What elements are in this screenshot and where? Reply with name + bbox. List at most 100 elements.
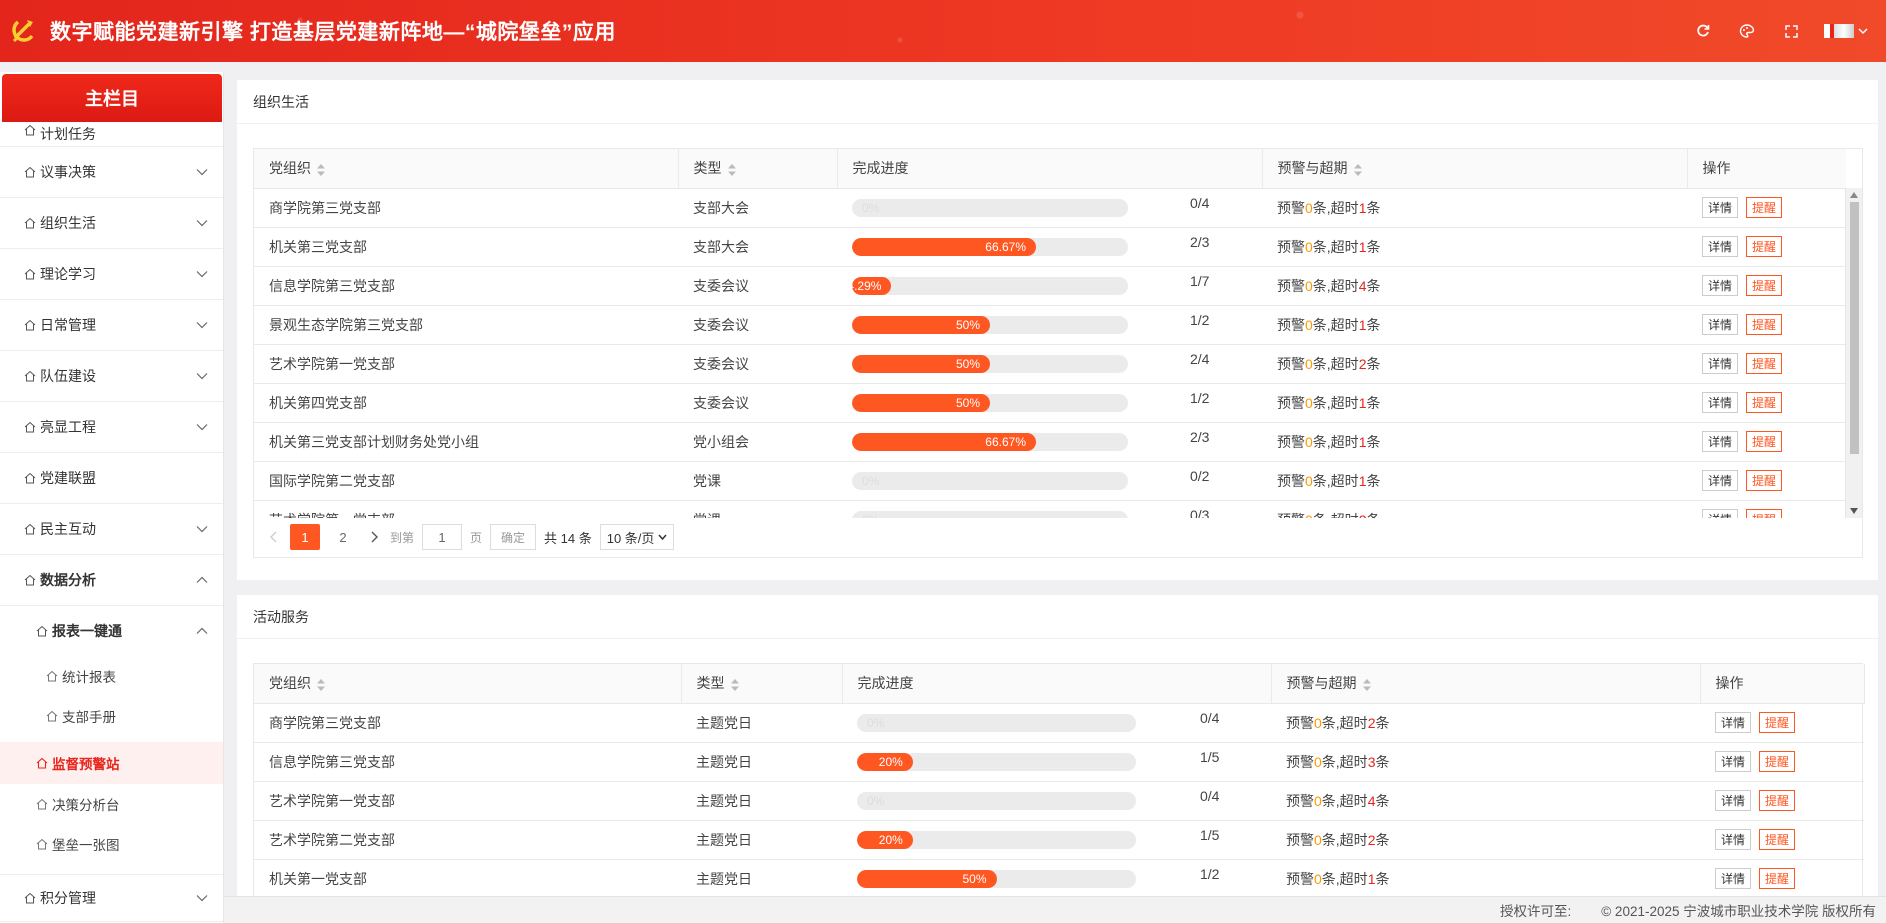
detail-button[interactable]: 详情	[1715, 790, 1752, 811]
progress-cell: 0% 0/4	[837, 188, 1262, 228]
refresh-icon[interactable]	[1692, 20, 1714, 42]
page-2-button[interactable]: 2	[328, 524, 358, 550]
detail-button[interactable]: 详情	[1715, 868, 1752, 889]
remind-button[interactable]: 提醒	[1746, 470, 1783, 491]
detail-button[interactable]: 详情	[1702, 314, 1739, 335]
sidebar: 主栏目 计划任务 议事决策 组织生活 理论学习 日常管理 队伍建设 亮显工程 党…	[0, 72, 224, 923]
sidebar-item-org-life[interactable]: 组织生活	[0, 198, 223, 249]
sidebar-item-fortress-map[interactable]: 堡垒一张图	[0, 824, 223, 864]
license-label: 授权许可至:	[1499, 904, 1572, 919]
warning-cell: 预警0条,超时2条	[1262, 500, 1687, 518]
column-header-warning[interactable]: 预警与超期	[1262, 149, 1688, 189]
progress-fraction: 1/7	[1190, 272, 1210, 289]
remind-button[interactable]: 提醒	[1746, 431, 1783, 452]
detail-button[interactable]: 详情	[1702, 431, 1739, 452]
detail-button[interactable]: 详情	[1715, 829, 1752, 850]
scroll-thumb[interactable]	[1850, 202, 1859, 454]
sidebar-item-plan-tasks[interactable]: 计划任务	[0, 122, 223, 147]
user-dropdown[interactable]	[1824, 24, 1868, 38]
progress-cell: 0% 0/4	[842, 703, 1271, 743]
page-1-button[interactable]: 1	[290, 524, 320, 550]
sidebar-item-data-analysis[interactable]: 数据分析	[0, 555, 223, 606]
goto-confirm-button[interactable]: 确定	[490, 524, 537, 550]
sidebar-item-democracy[interactable]: 民主互动	[0, 504, 223, 555]
table-scrollbar[interactable]	[1845, 188, 1862, 518]
warn-suffix: 条,超时	[1321, 831, 1368, 848]
panel-title: 活动服务	[237, 595, 1878, 639]
pagination: 1 2 到第 1 页 确定 共 14 条 10 条/页	[266, 523, 675, 551]
warn-prefix: 预警	[1277, 238, 1305, 255]
progress-fraction: 2/3	[1190, 233, 1210, 250]
detail-button[interactable]: 详情	[1702, 275, 1739, 296]
remind-button[interactable]: 提醒	[1746, 314, 1783, 335]
column-header-org[interactable]: 党组织	[254, 149, 679, 189]
sidebar-item-daily[interactable]: 日常管理	[0, 300, 223, 351]
column-header-progress: 完成进度	[842, 664, 1272, 704]
sidebar-item-alliance[interactable]: 党建联盟	[0, 453, 223, 504]
progress-label: 50%	[955, 317, 980, 332]
type-cell: 党课	[678, 500, 837, 518]
fullscreen-icon[interactable]	[1780, 20, 1802, 42]
warn-count: 0	[1305, 277, 1313, 294]
page-size-select[interactable]: 10 条/页	[599, 524, 675, 550]
remind-button[interactable]: 提醒	[1759, 790, 1796, 811]
actions-cell: 详情提醒	[1700, 859, 1864, 896]
warning-cell: 预警0条,超时1条	[1262, 461, 1687, 501]
scroll-down-icon[interactable]	[1850, 508, 1858, 514]
sidebar-item-report[interactable]: 报表一键通	[0, 606, 223, 656]
remind-button[interactable]: 提醒	[1759, 868, 1796, 889]
next-page-icon[interactable]	[366, 529, 382, 545]
remind-button[interactable]: 提醒	[1759, 751, 1796, 772]
warn-count: 0	[1314, 870, 1322, 887]
column-header-org[interactable]: 党组织	[254, 664, 682, 704]
remind-button[interactable]: 提醒	[1746, 236, 1783, 257]
sidebar-item-branch-manual[interactable]: 支部手册	[0, 696, 223, 736]
sidebar-item-team[interactable]: 队伍建设	[0, 351, 223, 402]
remind-button[interactable]: 提醒	[1746, 197, 1783, 218]
detail-button[interactable]: 详情	[1702, 236, 1739, 257]
goto-page-input[interactable]: 1	[422, 524, 463, 550]
detail-button[interactable]: 详情	[1702, 353, 1739, 374]
sidebar-item-stat-report[interactable]: 统计报表	[0, 656, 223, 696]
remind-button[interactable]: 提醒	[1746, 509, 1783, 518]
home-icon	[46, 670, 58, 682]
remind-button[interactable]: 提醒	[1746, 275, 1783, 296]
sidebar-item-decision[interactable]: 议事决策	[0, 147, 223, 198]
detail-button[interactable]: 详情	[1702, 392, 1739, 413]
warn-prefix: 预警	[1286, 792, 1314, 809]
column-header-type[interactable]: 类型	[678, 149, 838, 189]
sidebar-item-supervision[interactable]: 监督预警站	[0, 742, 223, 784]
progress-fill: 50%	[852, 354, 990, 373]
home-icon	[36, 838, 48, 850]
sidebar-item-highlight[interactable]: 亮显工程	[0, 402, 223, 453]
org-cell: 商学院第三党支部	[254, 703, 681, 743]
table-row: 艺术学院第一党支部 支委会议 50% 2/4 预警0条,超时2条 详情 提醒	[254, 344, 1846, 384]
theme-icon[interactable]	[1736, 20, 1758, 42]
column-header-warning[interactable]: 预警与超期	[1271, 664, 1701, 704]
detail-button[interactable]: 详情	[1715, 751, 1752, 772]
home-icon	[24, 472, 36, 484]
remind-button[interactable]: 提醒	[1759, 712, 1796, 733]
column-header-type[interactable]: 类型	[681, 664, 843, 704]
detail-button[interactable]: 详情	[1715, 712, 1752, 733]
sidebar-item-label: 报表一键通	[52, 623, 122, 639]
org-cell: 机关第三党支部计划财务处党小组	[254, 422, 678, 462]
over-suffix: 条	[1375, 870, 1390, 887]
org-life-panel: 组织生活 党组织 类型 完成进度 预警与超期 操作 商学院第三党支部 支部大会 0%…	[237, 80, 1878, 580]
sidebar-item-points[interactable]: 积分管理	[0, 874, 223, 922]
remind-button[interactable]: 提醒	[1746, 392, 1783, 413]
detail-button[interactable]: 详情	[1702, 509, 1739, 518]
scroll-up-icon[interactable]	[1850, 192, 1858, 198]
remind-button[interactable]: 提醒	[1759, 829, 1796, 850]
progress-cell: 0% 0/2	[837, 461, 1262, 501]
progress-fill: 20%	[857, 830, 913, 849]
sidebar-item-theory[interactable]: 理论学习	[0, 249, 223, 300]
actions-cell: 详情提醒	[1687, 305, 1846, 345]
detail-button[interactable]: 详情	[1702, 197, 1739, 218]
prev-page-icon[interactable]	[266, 529, 282, 545]
sidebar-item-decision-analysis[interactable]: 决策分析台	[0, 784, 223, 824]
top-header: 数字赋能党建新引擎 打造基层党建新阵地—“城院堡垒”应用	[0, 0, 1886, 62]
detail-button[interactable]: 详情	[1702, 470, 1739, 491]
warn-count: 0	[1305, 355, 1313, 372]
remind-button[interactable]: 提醒	[1746, 353, 1783, 374]
